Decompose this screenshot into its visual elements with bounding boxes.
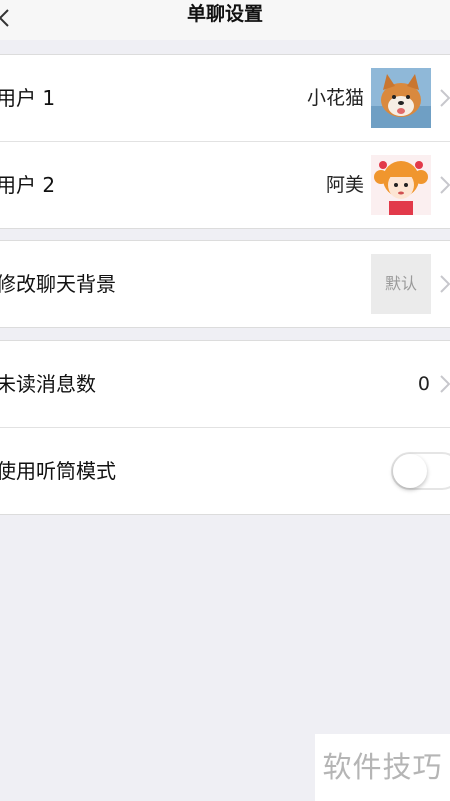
navigation-bar: 单聊设置 [0, 0, 450, 40]
background-thumbnail[interactable]: 默认 [371, 254, 431, 314]
user1-row[interactable]: 用户 1 小花猫 [0, 55, 450, 141]
cartoon-girl-avatar-icon [371, 155, 431, 215]
user2-avatar[interactable] [371, 155, 431, 215]
earpiece-mode-toggle[interactable] [391, 452, 450, 490]
chevron-right-icon [440, 176, 450, 194]
unread-count-value: 0 [417, 373, 430, 395]
earpiece-mode-label: 使用听筒模式 [0, 459, 116, 483]
user2-name: 阿美 [325, 174, 364, 196]
users-section: 用户 1 小花猫 用户 2 阿美 [0, 54, 450, 229]
page-title: 单聊设置 [186, 3, 263, 25]
earpiece-mode-row: 使用听筒模式 [0, 427, 450, 514]
chat-background-label: 修改聊天背景 [0, 272, 116, 296]
shiba-dog-avatar-icon [371, 68, 431, 128]
toggle-knob [393, 454, 427, 488]
user2-label: 用户 2 [0, 173, 56, 197]
chat-background-row[interactable]: 修改聊天背景 默认 [0, 241, 450, 327]
background-section: 修改聊天背景 默认 [0, 240, 450, 328]
unread-count-label: 未读消息数 [0, 372, 96, 396]
watermark: 软件技巧 [315, 734, 450, 801]
chevron-right-icon [440, 89, 450, 107]
unread-count-row[interactable]: 未读消息数 0 [0, 341, 450, 427]
chevron-right-icon [440, 275, 450, 293]
chevron-right-icon [440, 375, 450, 393]
user2-row[interactable]: 用户 2 阿美 [0, 141, 450, 228]
user1-label: 用户 1 [0, 86, 56, 110]
user1-name: 小花猫 [306, 87, 364, 109]
user1-avatar[interactable] [371, 68, 431, 128]
settings-section: 未读消息数 0 使用听筒模式 [0, 340, 450, 515]
